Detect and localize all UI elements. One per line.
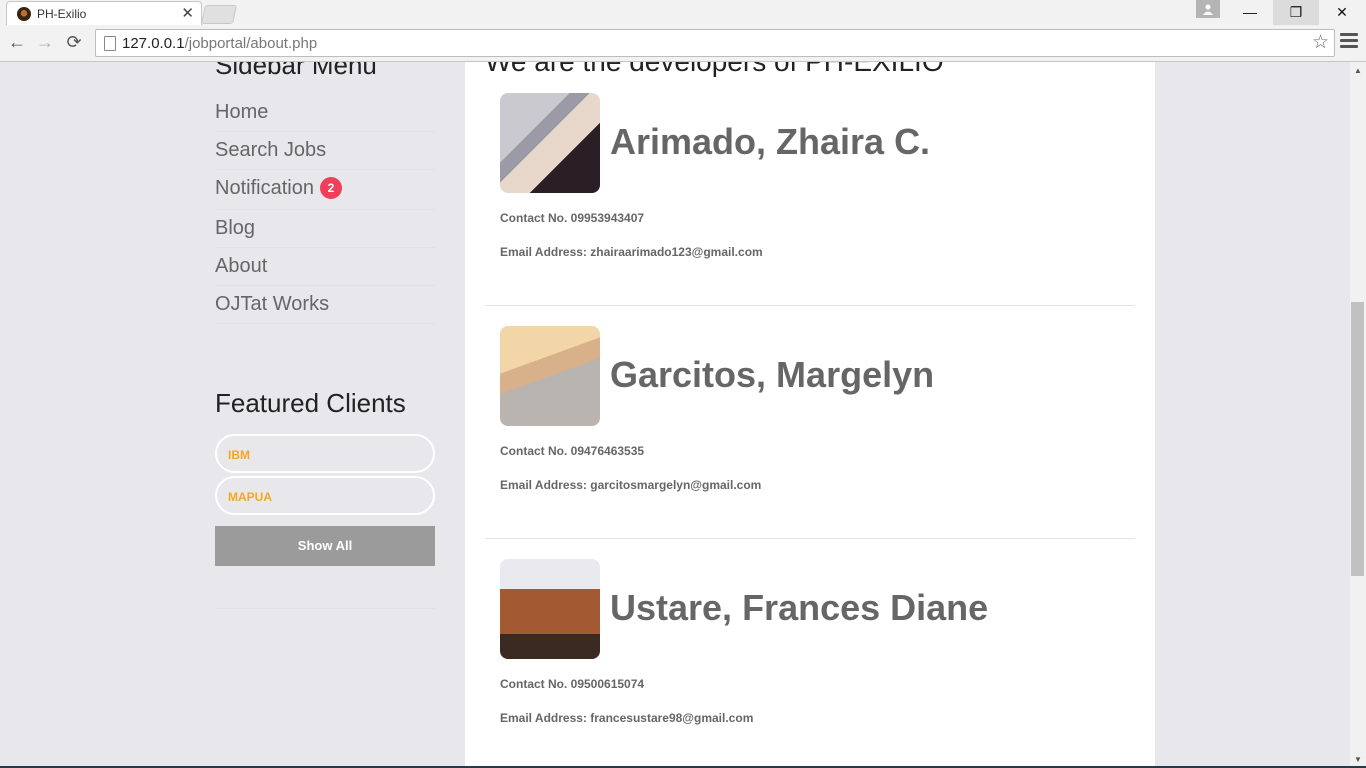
developer-email: Email Address: francesustare98@gmail.com (500, 711, 754, 725)
client-link-mapua[interactable]: MAPUA (228, 490, 272, 504)
reload-button[interactable]: ⟳ (63, 31, 85, 53)
forward-button[interactable]: → (34, 31, 56, 53)
developer-photo (500, 559, 600, 659)
sidebar-link-search-jobs[interactable]: Search Jobs (215, 139, 326, 162)
url-host: 127.0.0.1 (122, 35, 185, 52)
client-item-ibm[interactable]: IBM (215, 434, 435, 473)
developer-photo (500, 93, 600, 193)
scroll-up-arrow-icon[interactable]: ▲ (1354, 66, 1362, 75)
sidebar-link-ojtat-works[interactable]: OJTat Works (215, 293, 329, 316)
tab-title: PH-Exilio (37, 7, 87, 21)
scroll-down-arrow-icon[interactable]: ▼ (1354, 755, 1362, 764)
user-profile-icon[interactable] (1196, 0, 1220, 18)
developer-name: Arimado, Zhaira C. (610, 121, 931, 162)
sidebar-divider (215, 608, 435, 609)
developer-photo (500, 326, 600, 426)
sidebar-item-search-jobs: Search Jobs (215, 132, 435, 170)
browser-titlebar: PH-Exilio ✕ — ❐ ✕ (0, 0, 1366, 26)
sidebar-item-blog: Blog (215, 210, 435, 248)
main-content: We are the developers of PH-EXILIO Arima… (465, 62, 1155, 766)
tab-close-icon[interactable]: ✕ (181, 4, 194, 22)
developer-contact: Contact No. 09476463535 (500, 444, 645, 458)
address-bar[interactable]: 127.0.0.1/jobportal/about.php ☆ (95, 29, 1335, 57)
page-heading: We are the developers of PH-EXILIO (485, 62, 944, 78)
developer-contact: Contact No. 09500615074 (500, 677, 645, 691)
close-window-button[interactable]: ✕ (1319, 0, 1365, 25)
show-all-button[interactable]: Show All (215, 526, 435, 566)
sidebar-item-about: About (215, 248, 435, 286)
developer-contact: Contact No. 09953943407 (500, 211, 645, 225)
sidebar-item-notification: Notification 2 (215, 170, 435, 210)
featured-clients-title: Featured Clients (215, 388, 406, 418)
new-tab-button[interactable] (200, 5, 238, 24)
divider (485, 305, 1135, 306)
sidebar-item-home: Home (215, 94, 435, 132)
sidebar-item-ojtat-works: OJTat Works (215, 286, 435, 324)
sidebar-title: Sidebar Menu (215, 62, 377, 80)
client-item-mapua[interactable]: MAPUA (215, 476, 435, 515)
divider (485, 538, 1135, 539)
developer-email: Email Address: zhairaarimado123@gmail.co… (500, 245, 763, 259)
sidebar-link-home[interactable]: Home (215, 101, 268, 124)
restore-button[interactable]: ❐ (1273, 0, 1319, 25)
page-icon (104, 36, 116, 51)
developer-name: Garcitos, Margelyn (610, 354, 935, 395)
url-text[interactable]: 127.0.0.1/jobportal/about.php (122, 35, 317, 52)
site-favicon-icon (17, 7, 31, 21)
minimize-button[interactable]: — (1227, 0, 1273, 25)
developer-name: Ustare, Frances Diane (610, 587, 989, 628)
page-viewport: Sidebar Menu Home Search Jobs Notificati… (0, 62, 1350, 766)
url-path: /jobportal/about.php (184, 35, 318, 52)
bookmark-star-icon[interactable]: ☆ (1312, 31, 1329, 54)
notification-count-badge: 2 (319, 177, 342, 199)
scrollbar-thumb[interactable] (1351, 302, 1364, 576)
client-link-ibm[interactable]: IBM (228, 448, 250, 462)
sidebar-link-notification[interactable]: Notification 2 (215, 177, 342, 200)
browser-menu-icon[interactable] (1340, 33, 1358, 51)
sidebar-menu: Home Search Jobs Notification 2 Blog Abou… (215, 94, 435, 324)
back-button[interactable]: ← (6, 31, 28, 53)
sidebar-link-about[interactable]: About (215, 255, 267, 278)
notification-label: Notification (215, 177, 314, 199)
browser-toolbar: ← → ⟳ 127.0.0.1/jobportal/about.php ☆ (0, 25, 1366, 62)
page-scrollbar[interactable]: ▲ ▼ (1350, 62, 1366, 766)
developer-email: Email Address: garcitosmargelyn@gmail.co… (500, 478, 762, 492)
sidebar-link-blog[interactable]: Blog (215, 217, 255, 240)
browser-tab[interactable]: PH-Exilio ✕ (6, 1, 202, 26)
